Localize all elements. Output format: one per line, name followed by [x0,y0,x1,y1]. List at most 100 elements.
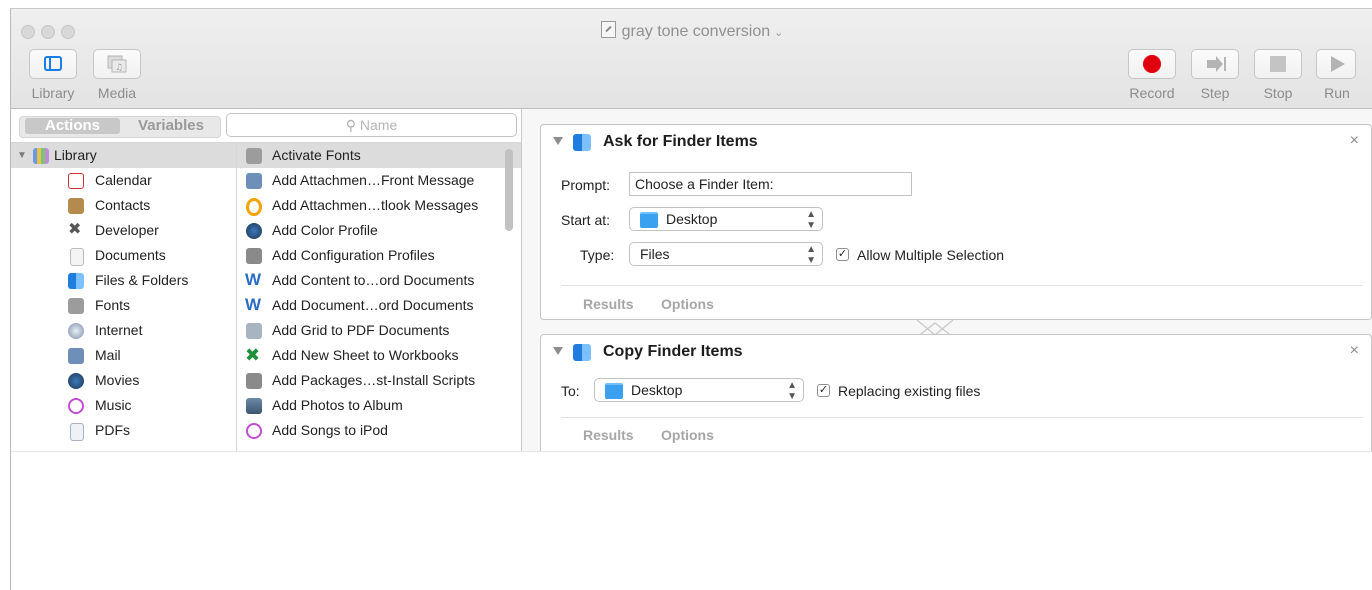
disclosure-triangle-icon[interactable]: ▼ [17,143,27,168]
close-icon[interactable]: × [1350,132,1359,150]
disclosure-triangle-icon[interactable] [553,347,563,355]
action-header: Copy Finder Items × [541,335,1371,371]
library-category-list: ▼ Library Calendar Contacts ✖ Developer [11,143,237,452]
sidebar-item-label: Fonts [95,297,131,313]
sidebar-item-documents[interactable]: Documents [11,243,236,268]
action-ask-for-finder-items: Ask for Finder Items × Prompt: Choose a … [540,124,1372,320]
sidebar-item-mail[interactable]: Mail [11,343,236,368]
actions-scrollbar[interactable] [505,149,513,231]
run-label: Run [1324,85,1350,101]
results-tab[interactable]: Results [583,296,634,312]
action-item-add-configuration-profiles[interactable]: Add Configuration Profiles [237,243,521,268]
record-label: Record [1129,85,1175,101]
svg-text:♫: ♫ [115,63,123,73]
action-item-label: Add New Sheet to Workbooks [272,347,459,363]
action-item-add-color-profile[interactable]: Add Color Profile [237,218,521,243]
blank-area [11,451,1372,590]
sidebar-item-label: PDFs [95,422,130,438]
sidebar-item-label: Music [95,397,132,413]
allow-multiple-label: Allow Multiple Selection [857,247,1005,263]
pdf-icon [246,323,262,339]
sidebar-item-fonts[interactable]: Fonts [11,293,236,318]
disclosure-triangle-icon[interactable] [553,137,563,145]
sidebar-item-contacts[interactable]: Contacts [11,193,236,218]
finder-icon [573,134,591,151]
action-item-activate-fonts[interactable]: Activate Fonts [237,143,521,168]
step-button[interactable] [1191,49,1239,79]
record-button[interactable] [1128,49,1176,79]
library-panel: Actions Variables ⚲ Name ▼ Library Calen… [11,109,522,452]
preview-icon [246,223,262,239]
action-item-label: Add Configuration Profiles [272,247,435,263]
action-item-add-attachments-outlook-messages[interactable]: Add Attachmen…tlook Messages [237,193,521,218]
sidebar-item-calendar[interactable]: Calendar [11,168,236,193]
fonts-icon [246,148,262,164]
up-down-arrows-icon: ▲ ▼ [787,380,797,402]
start-at-popup[interactable]: Desktop ▲ ▼ [629,207,823,231]
destination-value: Desktop [631,382,683,398]
tab-actions[interactable]: Actions [25,118,120,134]
action-item-add-songs-to-ipod[interactable]: Add Songs to iPod [237,418,521,443]
internet-icon [68,323,84,339]
search-input[interactable]: ⚲ Name [226,113,517,137]
sidebar-item-label: Developer [95,222,159,238]
actions-list: Activate Fonts Add Attachmen…Front Messa… [237,143,521,452]
pdf-icon [70,423,84,441]
options-tab[interactable]: Options [661,427,714,443]
documents-icon [70,248,84,266]
action-item-add-packages-post-install-scripts[interactable]: Add Packages…st-Install Scripts [237,368,521,393]
window-title-text: gray tone conversion [621,23,771,40]
start-at-value: Desktop [666,211,718,227]
allow-multiple-checkbox[interactable]: ✓ [836,248,849,261]
outlook-icon [246,198,262,216]
tab-variables[interactable]: Variables [126,117,216,137]
media-button[interactable]: ♫ [93,49,141,79]
action-item-add-new-sheet-to-workbooks[interactable]: ✖ Add New Sheet to Workbooks [237,343,521,368]
stop-button[interactable] [1254,49,1302,79]
sidebar-item-movies[interactable]: Movies [11,368,236,393]
action-title: Copy Finder Items [603,343,743,360]
actions-variables-segmented-control: Actions Variables [19,116,221,138]
finder-icon [573,344,591,361]
action-item-label: Add Document…ord Documents [272,297,474,313]
to-label: To: [561,383,580,399]
action-item-add-attachments-front-message[interactable]: Add Attachmen…Front Message [237,168,521,193]
results-tab[interactable]: Results [583,427,634,443]
title-toolbar: gray tone conversion ⌄ Library ♫ Media Re [11,9,1372,109]
options-tab[interactable]: Options [661,296,714,312]
step-icon [1207,56,1226,72]
sidebar-item-library[interactable]: ▼ Library [11,143,236,168]
action-divider [561,417,1363,418]
action-header: Ask for Finder Items × [541,125,1371,161]
media-label: Media [97,85,137,101]
sidebar-item-label: Library [54,147,97,163]
type-popup[interactable]: Files ▲ ▼ [629,242,823,266]
sidebar-item-label: Internet [95,322,143,338]
sidebar-item-pdfs[interactable]: PDFs [11,418,236,443]
destination-popup[interactable]: Desktop ▲ ▼ [594,378,804,402]
music-icon [246,423,262,439]
action-item-add-photos-to-album[interactable]: Add Photos to Album [237,393,521,418]
window-title[interactable]: gray tone conversion ⌄ [11,21,1372,41]
replacing-files-checkbox[interactable]: ✓ [817,384,830,397]
sidebar-item-developer[interactable]: ✖ Developer [11,218,236,243]
sidebar-item-files-folders[interactable]: Files & Folders [11,268,236,293]
type-label: Type: [580,247,615,263]
library-button[interactable] [29,49,77,79]
sidebar-item-internet[interactable]: Internet [11,318,236,343]
sidebar-item-music[interactable]: Music [11,393,236,418]
word-icon: W [245,270,262,289]
play-icon [1331,56,1345,72]
mail-icon [246,173,262,189]
prompt-input[interactable]: Choose a Finder Item: [629,172,912,196]
close-icon[interactable]: × [1350,342,1359,360]
installer-icon [246,248,262,264]
run-button[interactable] [1316,49,1356,79]
action-item-add-grid-to-pdf-documents[interactable]: Add Grid to PDF Documents [237,318,521,343]
document-icon [600,21,616,38]
action-item-add-document-word-documents[interactable]: W Add Document…ord Documents [237,293,521,318]
photos-icon [246,398,262,414]
action-item-add-content-to-word-documents[interactable]: W Add Content to…ord Documents [237,268,521,293]
action-divider [561,285,1363,286]
action-item-label: Add Photos to Album [272,397,403,413]
